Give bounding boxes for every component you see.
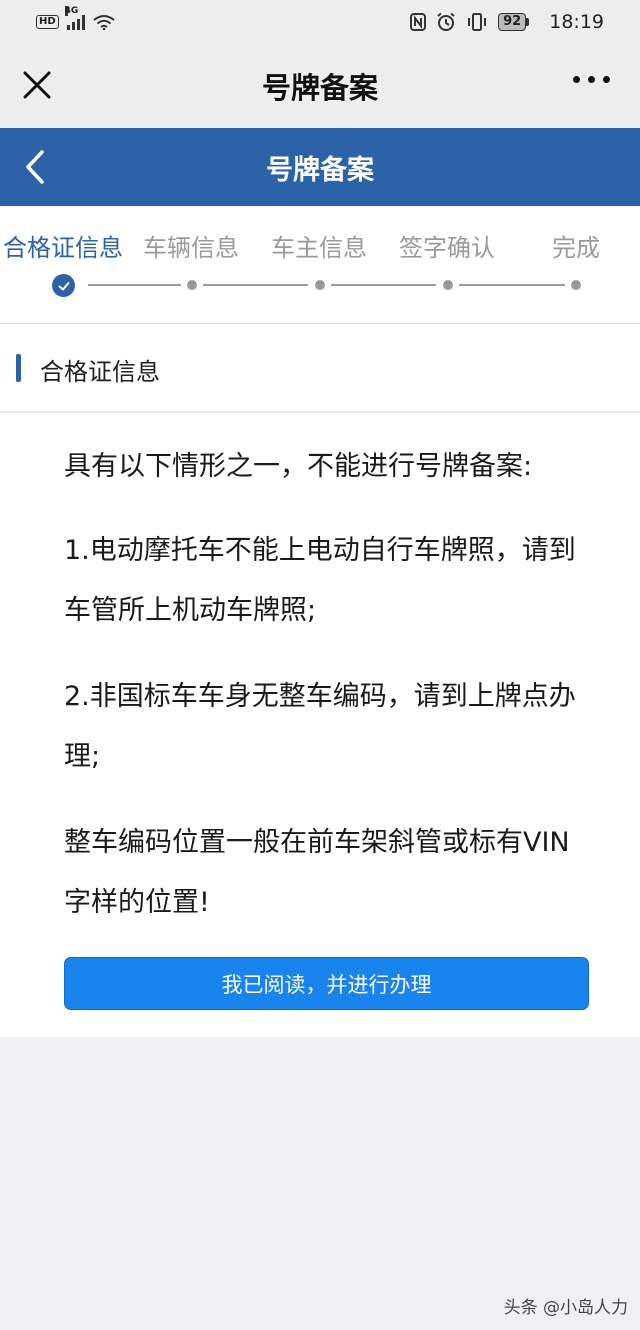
status-time: 18:19	[549, 11, 604, 33]
alarm-icon	[437, 12, 455, 31]
back-arrow-icon[interactable]	[16, 144, 56, 190]
confirm-button[interactable]: 我已阅读，并进行办理	[64, 957, 589, 1010]
close-icon[interactable]	[20, 68, 54, 102]
hd-icon: HD	[36, 15, 59, 29]
step-connector	[203, 284, 308, 286]
notice-panel: 具有以下情形之一，不能进行号牌备案: 1.电动摩托车不能上电动自行车牌照，请到车…	[0, 413, 640, 1037]
cellular-signal-icon: 4G	[64, 6, 85, 30]
step-connector	[88, 284, 181, 286]
notice-tip: 整车编码位置一般在前车架斜管或标有VIN字样的位置!	[64, 827, 570, 918]
notice-item-1: 1.电动摩托车不能上电动自行车牌照，请到车管所上机动车牌照;	[64, 535, 576, 626]
network-type-label: 4G	[64, 6, 79, 16]
battery-icon: 92	[498, 13, 530, 31]
notice-intro: 具有以下情形之一，不能进行号牌备案:	[64, 451, 533, 482]
section-accent-bar	[16, 354, 21, 382]
battery-level: 92	[498, 13, 527, 31]
section-header: 合格证信息	[0, 324, 640, 412]
notice-item-2: 2.非国标车车身无整车编码，请到上牌点办理;	[64, 681, 576, 772]
wechat-title: 号牌备案	[261, 71, 378, 105]
step-label-signature: 签字确认	[399, 234, 495, 262]
step-connector	[459, 284, 565, 286]
step-dot-owner	[315, 280, 325, 290]
status-right: 92 18:19	[410, 11, 604, 33]
step-label-certificate: 合格证信息	[3, 234, 123, 262]
step-connector	[331, 284, 436, 286]
page-nav-bar: 号牌备案	[0, 128, 640, 206]
step-label-vehicle: 车辆信息	[143, 234, 239, 262]
step-progress: 合格证信息 车辆信息 车主信息 签字确认 完成	[0, 206, 640, 324]
status-left: HD 4G	[36, 6, 115, 30]
step-dot-complete	[571, 280, 581, 290]
nfc-icon	[410, 13, 427, 31]
watermark: 头条 @小岛人力	[503, 1298, 628, 1318]
page-title: 号牌备案	[266, 154, 374, 186]
status-bar: HD 4G 92 18:19	[0, 0, 640, 44]
step-dot-signature	[443, 280, 453, 290]
wifi-icon	[93, 15, 115, 30]
section-title: 合格证信息	[40, 358, 160, 386]
vibrate-icon	[468, 13, 487, 31]
step-check-icon	[52, 274, 75, 297]
wechat-header: 号牌备案	[0, 44, 640, 128]
more-icon[interactable]	[573, 76, 610, 83]
step-dot-vehicle	[187, 280, 197, 290]
step-label-complete: 完成	[552, 234, 600, 262]
step-label-owner: 车主信息	[271, 234, 367, 262]
